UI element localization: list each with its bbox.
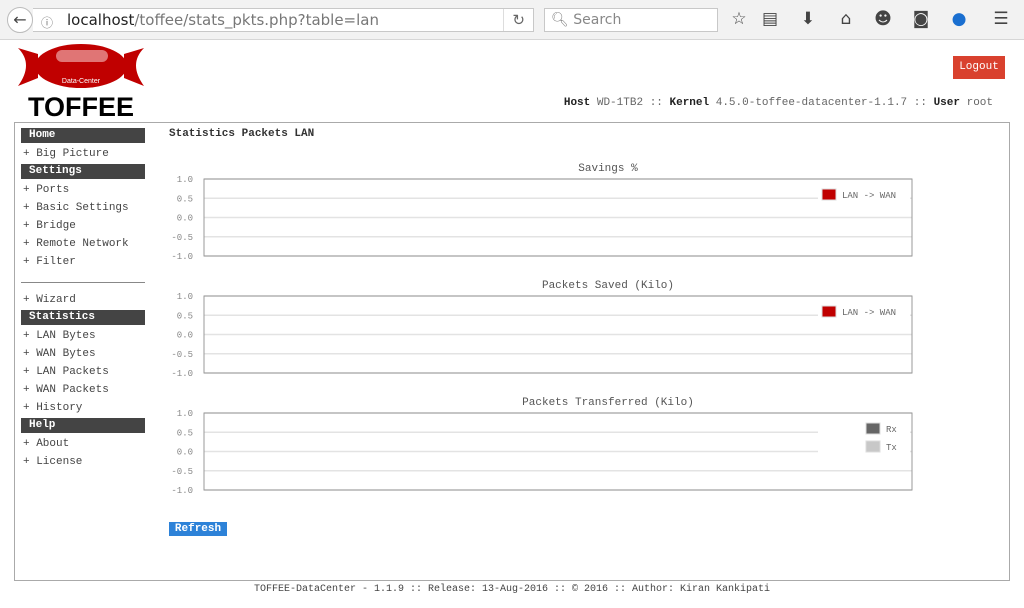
footer: TOFFEE-DataCenter - 1.1.9 :: Release: 13… — [253, 584, 771, 595]
y-tick-label: 1.0 — [177, 175, 193, 185]
legend-label: Rx — [886, 425, 897, 435]
legend-label: Tx — [886, 443, 897, 453]
chart: 1.0 0.5 0.0 -0.5 -1.0 LAN -> WAN — [171, 175, 913, 262]
sidebar-item[interactable]: + Bridge — [21, 218, 145, 236]
page-title: Statistics Packets LAN — [169, 128, 315, 140]
url-path: /toffee/stats_pkts.php?table=lan — [134, 11, 379, 29]
sidebar-item[interactable]: + LAN Bytes — [21, 328, 145, 346]
y-tick-label: -0.5 — [171, 233, 193, 243]
y-tick-label: 0.5 — [177, 311, 193, 321]
legend-swatch — [821, 188, 837, 201]
toffee-logo: Data-Center TOFFEE — [16, 44, 146, 122]
legend-swatch — [821, 305, 837, 318]
y-tick-label: 0.5 — [177, 428, 193, 438]
search-placeholder: Search — [573, 12, 622, 28]
y-tick-label: 1.0 — [177, 292, 193, 302]
sidebar-item[interactable]: + Ports — [21, 182, 145, 200]
reload-icon[interactable]: ↻ — [503, 9, 525, 31]
sidebar: Home + Big Picture Settings + Ports + Basic … — [21, 128, 145, 472]
y-tick-label: 0.0 — [177, 448, 193, 458]
legend-swatch — [865, 440, 881, 453]
info-icon[interactable]: ⓘ — [41, 12, 53, 34]
sidebar-item[interactable]: + License — [21, 454, 145, 472]
y-tick-label: -1.0 — [171, 369, 193, 379]
sidebar-header: Help — [21, 418, 145, 433]
y-tick-label: 0.0 — [177, 331, 193, 341]
emoji-icon[interactable]: ☻ — [872, 9, 894, 29]
legend-label: LAN -> WAN — [842, 308, 896, 318]
y-tick-label: -1.0 — [171, 252, 193, 262]
y-tick-label: 0.5 — [177, 194, 193, 204]
sidebar-header: Statistics — [21, 310, 145, 325]
download-icon[interactable]: ⬇ — [797, 9, 819, 29]
url-host: localhost — [67, 11, 135, 29]
chart: 1.0 0.5 0.0 -0.5 -1.0 Rx Tx — [171, 409, 913, 496]
sidebar-item[interactable]: + WAN Bytes — [21, 346, 145, 364]
y-tick-label: 1.0 — [177, 409, 193, 419]
svg-text:TOFFEE: TOFFEE — [28, 92, 134, 118]
sidebar-item[interactable]: + Wizard — [21, 292, 145, 310]
chart: 1.0 0.5 0.0 -0.5 -1.0 LAN -> WAN — [171, 292, 913, 379]
sidebar-item[interactable]: + Big Picture — [21, 146, 145, 164]
search-input[interactable]: 🔍︎ Search — [544, 8, 718, 32]
logout-button[interactable]: Logout — [953, 56, 1005, 79]
sidebar-item[interactable]: + About — [21, 436, 145, 454]
legend-label: LAN -> WAN — [842, 191, 896, 201]
pocket-icon[interactable]: ◙ — [910, 9, 932, 29]
browser-toolbar: ← ⓘ localhost/toffee/stats_pkts.php?table… — [0, 0, 1024, 40]
sidebar-header: Settings — [21, 164, 145, 179]
host-info: Host WD-1TB2 :: Kernel 4.5.0-toffee-data… — [563, 97, 993, 109]
y-tick-label: -0.5 — [171, 350, 193, 360]
home-icon[interactable]: ⌂ — [835, 9, 857, 29]
y-tick-label: 0.0 — [177, 214, 193, 224]
y-tick-label: -1.0 — [171, 486, 193, 496]
legend-swatch — [865, 422, 881, 435]
sidebar-item[interactable]: + History — [21, 400, 145, 418]
sidebar-item[interactable]: + WAN Packets — [21, 382, 145, 400]
url-bar[interactable]: ⓘ localhost/toffee/stats_pkts.php?table=l… — [33, 8, 534, 32]
reading-list-icon[interactable]: ▤ — [759, 9, 781, 29]
sidebar-header: Home — [21, 128, 145, 143]
refresh-button[interactable]: Refresh — [169, 522, 227, 536]
sidebar-item[interactable]: + LAN Packets — [21, 364, 145, 382]
sidebar-item[interactable]: + Remote Network — [21, 236, 145, 254]
back-button[interactable]: ← — [7, 7, 33, 33]
sidebar-item[interactable]: + Filter — [21, 254, 145, 272]
extension-icon[interactable]: ● — [948, 9, 970, 29]
svg-text:Data-Center: Data-Center — [62, 78, 101, 85]
sidebar-item[interactable]: + Basic Settings — [21, 200, 145, 218]
y-tick-label: -0.5 — [171, 467, 193, 477]
sidebar-divider — [21, 282, 145, 283]
bookmark-star-icon[interactable]: ☆ — [728, 9, 750, 29]
menu-icon[interactable]: ☰ — [990, 9, 1012, 29]
